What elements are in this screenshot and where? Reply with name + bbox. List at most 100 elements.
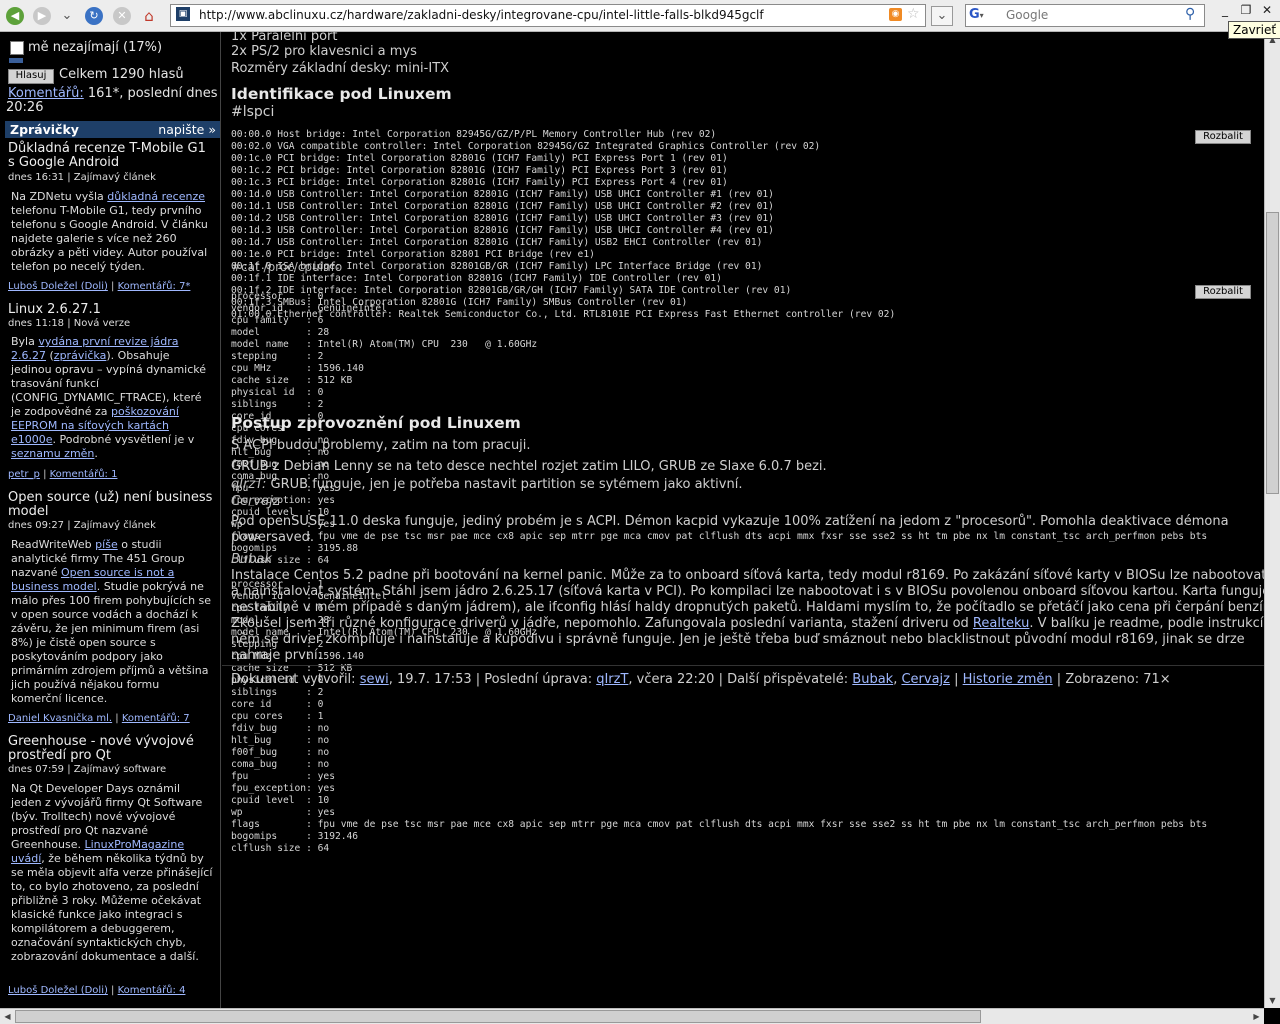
bubak-comment: Zkoušel jsem tři různé konfigurace drive…	[231, 616, 1264, 631]
browser-toolbar: ◀ ▶ ⌄ ↻ ✕ ⌂ ▣ http://www.abclinuxu.cz/ha…	[0, 0, 1280, 32]
stop-button[interactable]: ✕	[113, 7, 131, 25]
vertical-scroll-thumb[interactable]	[1266, 212, 1279, 494]
news-author[interactable]: petr_p	[8, 469, 40, 480]
lspci-line: 00:1d.3 USB Controller: Intel Corporatio…	[231, 225, 774, 236]
search-icon[interactable]: ⚲	[1185, 6, 1195, 22]
footer-divider	[222, 665, 1264, 666]
cpuinfo-line: fpu_exception: yes	[231, 495, 335, 506]
cpuinfo-line: fpu_exception: yes	[231, 783, 335, 794]
rss-icon[interactable]: ◉	[889, 8, 902, 21]
cpuinfo-line: physical id : 0	[231, 387, 324, 398]
google-icon[interactable]: G▾	[969, 7, 984, 22]
close-icon[interactable]: ✕	[1259, 3, 1275, 19]
contributor-link[interactable]: Bubak	[852, 672, 893, 687]
news-title[interactable]: Greenhouse - nové vývojové prostředí pro…	[8, 735, 214, 763]
setup-line: GRUB z Debian Lenny se na teto desce nec…	[231, 459, 827, 474]
news-author[interactable]: Luboš Doležel (Doli)	[8, 281, 108, 292]
bubak-comment: nahraje první.	[231, 648, 322, 663]
cpuinfo-line: clflush size : 64	[231, 843, 330, 854]
creator-link[interactable]: sewi	[360, 672, 389, 687]
url-text: http://www.abclinuxu.cz/hardware/zakladn…	[199, 8, 764, 22]
vertical-scrollbar[interactable]: ▲ ▼	[1264, 32, 1280, 1008]
news-footer: Luboš Doležel (Doli) | Komentářů: 7*	[8, 281, 191, 292]
section-heading-setup: Postup zprovoznění pod Linuxem	[231, 414, 521, 432]
news-write-link[interactable]: napište »	[158, 122, 216, 137]
news-comments-link[interactable]: Komentářů: 7*	[118, 281, 191, 292]
spec-line: 1x Paralelní port	[231, 32, 338, 44]
minimize-icon[interactable]: _	[1217, 3, 1233, 19]
news-comments-link[interactable]: Komentářů: 7	[122, 713, 190, 724]
cpuinfo-line: cpu cores : 1	[231, 711, 324, 722]
news-meta: dnes 11:18 | Nová verze	[8, 318, 131, 329]
back-button[interactable]: ◀	[6, 7, 24, 25]
cpuinfo-line: hlt_bug : no	[231, 735, 330, 746]
news-title[interactable]: Důkladná recenze T-Mobile G1 s Google An…	[8, 142, 214, 170]
scroll-down-icon[interactable]: ▼	[1265, 993, 1280, 1008]
cpuinfo-line: siblings : 2	[231, 687, 324, 698]
news-comments-link[interactable]: Komentářů: 1	[50, 469, 118, 480]
news-author[interactable]: Luboš Doležel (Doli)	[8, 985, 108, 996]
cervajz-comment: powersaved.	[231, 530, 314, 545]
news-link[interactable]: píše	[95, 538, 118, 551]
lspci-line: 00:1f.3 SMBus: Intel Corporation 82801G …	[231, 297, 688, 308]
lspci-line: 00:00.0 Host bridge: Intel Corporation 8…	[231, 129, 717, 140]
cervajz-comment: Pod openSUSE 11.0 deska funguje, jediný …	[231, 514, 1229, 529]
setup-line: S ACPI budou problemy, zatim na tom prac…	[231, 438, 531, 453]
bookmark-star-icon[interactable]: ☆	[907, 6, 920, 22]
lspci-line: 00:1f.0 ISA bridge: Intel Corporation 82…	[231, 261, 763, 272]
url-bar[interactable]: ▣ http://www.abclinuxu.cz/hardware/zakla…	[170, 4, 926, 27]
cpuinfo-line: fdiv_bug : no	[231, 723, 330, 734]
realtek-link[interactable]: Realteku	[973, 616, 1030, 631]
cpuinfo-line: bogomips : 3192.46	[231, 831, 359, 842]
news-body: Na Qt Developer Days oznámil jeden z výv…	[11, 782, 213, 963]
home-icon[interactable]: ⌂	[140, 7, 158, 25]
lspci-line: 00:1d.0 USB Controller: Intel Corporatio…	[231, 189, 774, 200]
news-title[interactable]: Open source (už) není business model	[8, 491, 214, 519]
url-dropdown-button[interactable]: ⌄	[931, 6, 953, 26]
site-icon: ▣	[176, 7, 190, 21]
news-header: Zprávičky napište »	[5, 121, 220, 138]
vote-total: Celkem 1290 hlasů	[59, 67, 184, 82]
cpuinfo-line: siblings : 2	[231, 399, 324, 410]
history-dropdown-icon[interactable]: ⌄	[58, 7, 76, 25]
lspci-line: 01:00.0 Ethernet controller: Realtek Sem…	[231, 309, 896, 320]
news-body: Na ZDNetu vyšla důkladná recenze telefon…	[11, 190, 208, 273]
news-link[interactable]: zprávička	[54, 349, 107, 362]
close-tooltip: Zavrieť	[1228, 21, 1280, 39]
vote-button[interactable]: Hlasuj	[8, 69, 54, 84]
lspci-line: 00:02.0 VGA compatible controller: Intel…	[231, 141, 821, 152]
cpuinfo-line: cpu MHz : 1596.140	[231, 363, 364, 374]
horizontal-scroll-thumb[interactable]	[15, 1010, 981, 1023]
restore-icon[interactable]: ❐	[1238, 3, 1254, 19]
cpuinfo-line: cpuid level : 10	[231, 795, 330, 806]
cpuinfo-line: f00f_bug : no	[231, 747, 330, 758]
contributor-link[interactable]: Cervajz	[901, 672, 950, 687]
cpuinfo-line: core id : 0	[231, 699, 324, 710]
forward-button[interactable]: ▶	[33, 7, 51, 25]
cpuinfo-line: coma_bug : no	[231, 759, 330, 770]
poll-checkbox[interactable]	[10, 41, 24, 55]
cpuinfo-line: cache size : 512 KB	[231, 375, 353, 386]
news-comments-link[interactable]: Komentářů: 4	[118, 985, 186, 996]
news-link[interactable]: důkladná recenze	[107, 190, 205, 203]
poll-comments-link[interactable]: Komentářů:	[8, 86, 84, 101]
expand-lspci-button[interactable]: Rozbalit	[1195, 130, 1251, 144]
spec-line: Rozměry základní desky: mini-ITX	[231, 61, 450, 76]
scroll-left-icon[interactable]: ◀	[0, 1009, 15, 1024]
section-heading-identification: Identifikace pod Linuxem	[231, 85, 452, 103]
news-link[interactable]: seznamu změn	[11, 447, 94, 460]
search-input[interactable]: G▾ Google ⚲	[965, 4, 1205, 27]
news-author[interactable]: Daniel Kvasnička ml.	[8, 713, 112, 724]
qirzt-comment: qIrzT: GRUB funguje, jen je potřeba nast…	[231, 477, 743, 492]
news-title[interactable]: Linux 2.6.27.1	[8, 303, 214, 317]
scroll-right-icon[interactable]: ▶	[1249, 1009, 1264, 1024]
main-content: 1x Paralelní port 2x PS/2 pro klavesnici…	[222, 32, 1264, 1008]
horizontal-scrollbar[interactable]: ◀ ▶	[0, 1008, 1264, 1024]
lspci-line: 00:1f.2 IDE interface: Intel Corporation…	[231, 285, 792, 296]
editor-link[interactable]: qIrzT	[596, 672, 628, 687]
cpuinfo-line: model name : Intel(R) Atom(TM) CPU 230 @…	[231, 339, 538, 350]
news-meta: dnes 16:31 | Zajímavý článek	[8, 172, 156, 183]
history-link[interactable]: Historie změn	[963, 672, 1053, 687]
reload-button[interactable]: ↻	[85, 7, 103, 25]
lspci-line: 00:1d.2 USB Controller: Intel Corporatio…	[231, 213, 774, 224]
